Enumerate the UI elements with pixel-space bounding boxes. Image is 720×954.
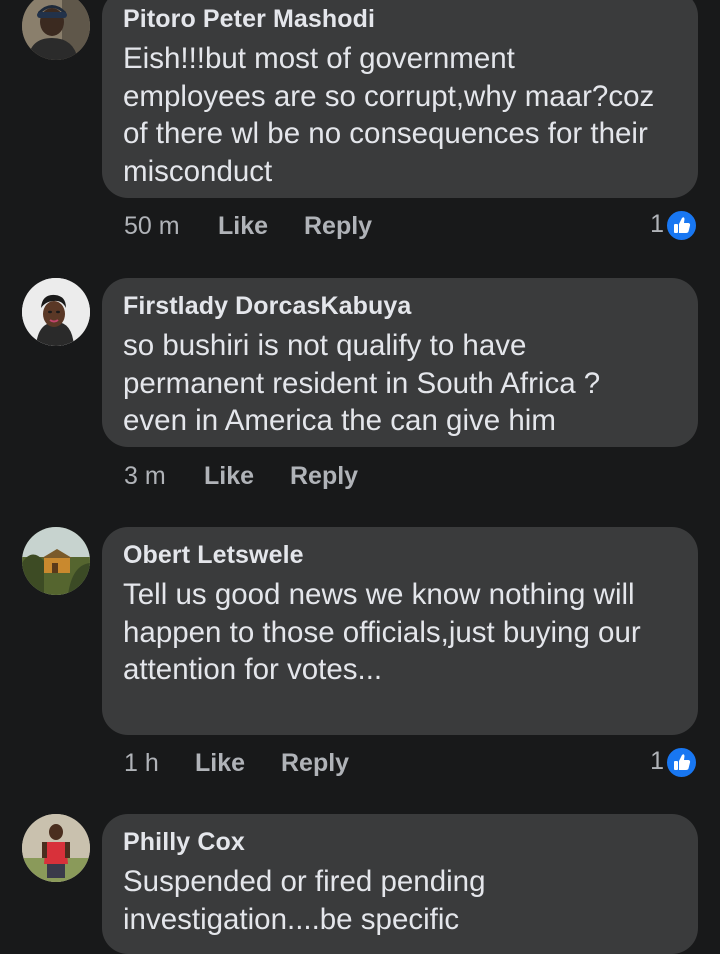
author-name[interactable]: Firstlady DorcasKabuya [123,291,678,321]
author-name[interactable]: Obert Letswele [123,540,678,570]
comment-bubble: Firstlady DorcasKabuya so bushiri is not… [102,278,698,447]
author-name[interactable]: Philly Cox [123,827,678,857]
comment-bubble: Pitoro Peter Mashodi Eish!!!but most of … [102,0,698,198]
reply-button[interactable]: Reply [281,743,349,783]
comment-bubble: Philly Cox Suspended or fired pending in… [102,814,698,954]
like-button[interactable]: Like [218,206,268,246]
reaction-count: 1 [650,747,664,775]
comment-text: Tell us good news we know nothing will h… [123,578,641,686]
reaction-summary[interactable]: 1 [638,204,698,244]
avatar[interactable] [22,0,90,60]
timestamp[interactable]: 50 m [124,206,180,246]
reply-button[interactable]: Reply [290,456,358,496]
like-button[interactable]: Like [204,456,254,496]
avatar[interactable] [22,278,90,346]
comment-text: Eish!!!but most of government employees … [123,42,655,188]
avatar[interactable] [22,527,90,595]
comment-text: so bushiri is not qualify to have perman… [123,329,601,437]
comment-bubble: Obert Letswele Tell us good news we know… [102,527,698,735]
author-name[interactable]: Pitoro Peter Mashodi [123,4,678,34]
thumbs-up-icon [665,209,698,242]
timestamp[interactable]: 1 h [124,743,159,783]
reaction-summary[interactable]: 1 [638,741,698,781]
avatar[interactable] [22,814,90,882]
like-button[interactable]: Like [195,743,245,783]
timestamp[interactable]: 3 m [124,456,166,496]
reply-button[interactable]: Reply [304,206,372,246]
comment-text: Suspended or fired pending investigation… [123,865,486,936]
reaction-count: 1 [650,210,664,238]
thumbs-up-icon [665,746,698,779]
